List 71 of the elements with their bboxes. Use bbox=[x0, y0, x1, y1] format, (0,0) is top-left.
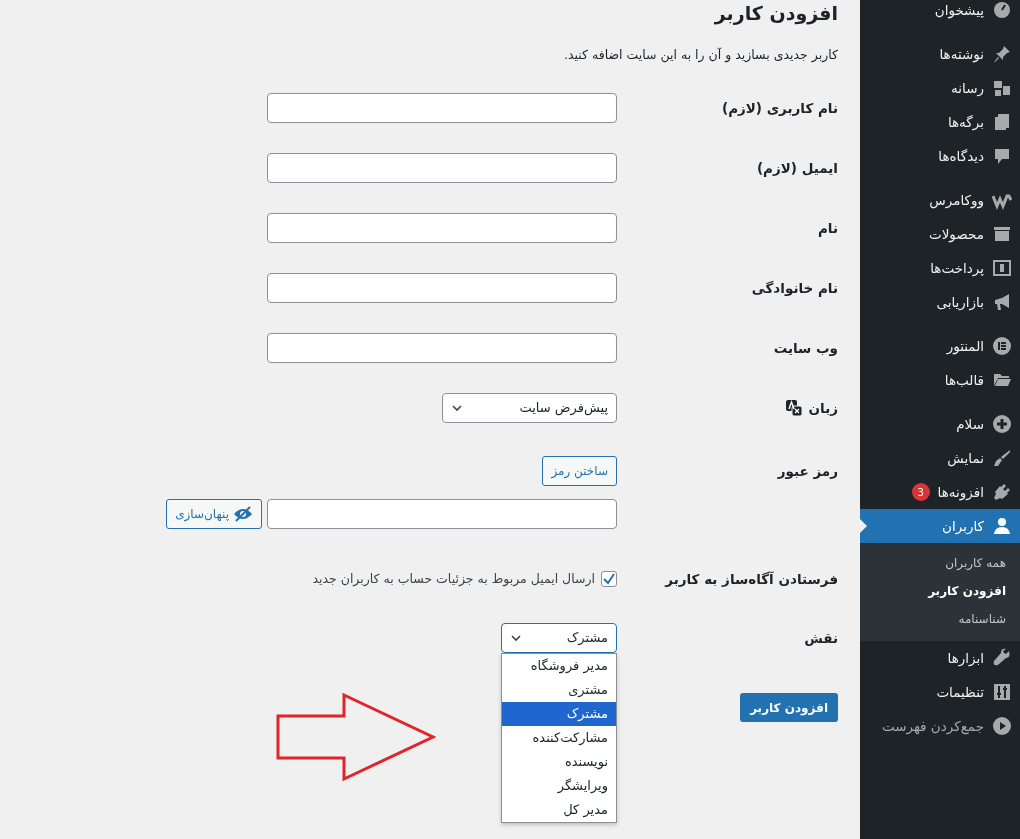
page-description: کاربر جدیدی بسازید و آن را به این سایت اضافه کنید. bbox=[562, 46, 838, 65]
menu-item[interactable]: پرداخت‌ها bbox=[860, 251, 1020, 285]
translate-icon bbox=[784, 399, 803, 417]
submenu-item[interactable]: همه کاربران bbox=[860, 549, 1020, 577]
menu-item[interactable]: نمایش bbox=[860, 441, 1020, 475]
menu-item[interactable]: محصولات bbox=[860, 217, 1020, 251]
add-user-button[interactable]: افزودن کاربر bbox=[740, 693, 838, 722]
submenu-item[interactable]: افزودن کاربر bbox=[860, 577, 1020, 605]
menu-item[interactable]: رسانه bbox=[860, 71, 1020, 105]
text-field[interactable] bbox=[267, 153, 617, 183]
menu-item[interactable]: المنتور bbox=[860, 329, 1020, 363]
dropdown-option[interactable]: مدیر فروشگاه bbox=[502, 654, 616, 678]
dropdown-option[interactable]: مشترک bbox=[502, 702, 616, 726]
dropdown-option[interactable]: مشتری bbox=[502, 678, 616, 702]
dropdown-option[interactable]: ویرایشگر bbox=[502, 774, 616, 798]
text-field[interactable] bbox=[267, 333, 617, 363]
checkbox[interactable] bbox=[601, 571, 617, 587]
field-label: نقش bbox=[804, 628, 838, 648]
wrench-icon bbox=[992, 648, 1012, 668]
chevron-down-icon bbox=[510, 632, 522, 644]
menu-item[interactable]: تنظیمات bbox=[860, 675, 1020, 709]
play-circle-icon bbox=[992, 716, 1012, 736]
count-badge: 3 bbox=[911, 483, 930, 501]
language-select[interactable]: پیش‌فرض سایت bbox=[442, 393, 617, 423]
text-field[interactable] bbox=[267, 93, 617, 123]
pages-icon bbox=[992, 112, 1012, 132]
eye-slash-icon bbox=[233, 506, 253, 522]
plug-icon bbox=[992, 482, 1012, 502]
menu-item[interactable]: قالب‌ها bbox=[860, 363, 1020, 397]
pushpin-icon bbox=[992, 44, 1012, 64]
password-field[interactable] bbox=[267, 499, 617, 529]
menu-item[interactable]: ووکامرس bbox=[860, 183, 1020, 217]
sliders-icon bbox=[992, 682, 1012, 702]
plus-circle-icon bbox=[992, 414, 1012, 434]
menu-item[interactable]: سلام bbox=[860, 407, 1020, 441]
collapse-menu-button[interactable]: جمع‌کردن فهرست bbox=[860, 709, 1020, 743]
hide-password-button[interactable]: پنهان‌سازی bbox=[166, 499, 262, 529]
text-field[interactable] bbox=[267, 213, 617, 243]
menu-item[interactable]: ابزارها bbox=[860, 641, 1020, 675]
menu-item[interactable]: پیشخوان bbox=[860, 0, 1020, 27]
menu-item[interactable]: دیدگاه‌ها bbox=[860, 139, 1020, 173]
dropdown-option[interactable]: نویسنده bbox=[502, 750, 616, 774]
field-label: نام bbox=[817, 218, 838, 239]
dropdown-option[interactable]: مشارکت‌کننده bbox=[502, 726, 616, 750]
comment-icon bbox=[992, 146, 1012, 166]
checkbox-label: ارسال ایمیل مربوط به جزئیات حساب به کاربران جدید bbox=[312, 569, 595, 589]
chevron-down-icon bbox=[451, 402, 463, 414]
archive-icon bbox=[992, 224, 1012, 244]
media-icon bbox=[992, 78, 1012, 98]
field-label: نام خانوادگی bbox=[751, 278, 838, 299]
payment-icon bbox=[992, 258, 1012, 278]
role-select[interactable]: مشترک bbox=[501, 623, 617, 653]
page-title: افزودن کاربر bbox=[713, 1, 838, 27]
menu-item[interactable]: نوشته‌ها bbox=[860, 37, 1020, 71]
field-label: زبان bbox=[808, 398, 838, 418]
generate-password-button[interactable]: ساختن رمز bbox=[542, 456, 617, 486]
menu-item[interactable]: بازاریابی bbox=[860, 285, 1020, 319]
megaphone-icon bbox=[992, 292, 1012, 312]
field-label: فرستادن آگاه‌ساز به کاربر bbox=[665, 569, 838, 589]
user-icon bbox=[992, 516, 1012, 536]
text-field[interactable] bbox=[267, 273, 617, 303]
brush-icon bbox=[992, 448, 1012, 468]
circle-logo-icon bbox=[992, 336, 1012, 356]
field-label: رمز عبور bbox=[777, 461, 838, 481]
menu-item[interactable]: کاربران bbox=[860, 509, 1020, 543]
menu-item[interactable]: برگه‌ها bbox=[860, 105, 1020, 139]
submenu-item[interactable]: شناسنامه bbox=[860, 605, 1020, 633]
dropdown-option[interactable]: مدیر کل bbox=[502, 798, 616, 822]
field-label: نام کاربری (لازم) bbox=[721, 98, 838, 119]
field-label: وب سایت bbox=[773, 338, 838, 358]
field-label: ایمیل (لازم) bbox=[756, 158, 838, 179]
